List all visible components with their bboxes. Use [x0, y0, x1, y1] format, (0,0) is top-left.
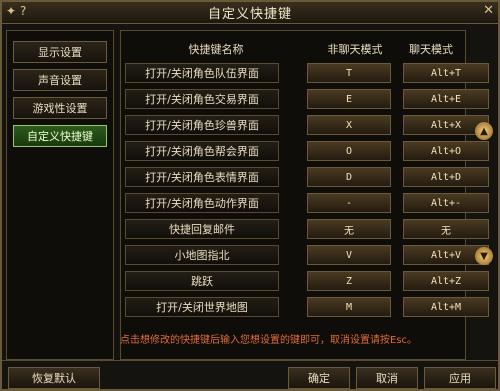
normal-mode-key-button[interactable]: Z	[307, 271, 391, 291]
shortcut-name: 打开/关闭角色表情界面	[125, 167, 279, 187]
restore-defaults-button[interactable]: 恢复默认	[8, 367, 100, 389]
normal-mode-key-button[interactable]: O	[307, 141, 391, 161]
table-row: 快捷回复邮件 无 无	[125, 219, 489, 241]
cancel-button[interactable]: 取消	[356, 367, 418, 389]
shortcut-name: 打开/关闭角色帮会界面	[125, 141, 279, 161]
sidebar-item-sound[interactable]: 声音设置	[13, 69, 107, 91]
shortcut-name: 打开/关闭角色动作界面	[125, 193, 279, 213]
shortcut-name: 打开/关闭角色队伍界面	[125, 63, 279, 83]
normal-mode-key-button[interactable]: V	[307, 245, 391, 265]
normal-mode-key-button[interactable]: T	[307, 63, 391, 83]
table-row: 打开/关闭角色帮会界面 O Alt+O	[125, 141, 489, 163]
normal-mode-key-button[interactable]: D	[307, 167, 391, 187]
sidebar-item-shortcuts[interactable]: 自定义快捷键	[13, 125, 107, 147]
sidebar-item-gameplay[interactable]: 游戏性设置	[13, 97, 107, 119]
normal-mode-key-button[interactable]: 无	[307, 219, 391, 239]
footer-divider	[2, 360, 498, 361]
column-header-name: 快捷键名称	[188, 43, 244, 56]
table-row: 打开/关闭角色队伍界面 T Alt+T	[125, 63, 489, 85]
window-title: 自定义快捷键	[207, 7, 292, 22]
shortcut-table: 快捷键名称 非聊天模式 聊天模式 打开/关闭角色队伍界面 T Alt+T 打开/…	[120, 30, 489, 360]
shortcut-name: 打开/关闭角色珍兽界面	[125, 115, 279, 135]
table-row: 打开/关闭角色交易界面 E Alt+E	[125, 89, 489, 111]
column-header-chat-mode: 聊天模式	[409, 43, 453, 56]
table-row: 跳跃 Z Alt+Z	[125, 271, 489, 293]
normal-mode-key-button[interactable]: M	[307, 297, 391, 317]
normal-mode-key-button[interactable]: -	[307, 193, 391, 213]
shortcut-name: 小地图指北	[125, 245, 279, 265]
table-row: 打开/关闭角色表情界面 D Alt+D	[125, 167, 489, 189]
shortcut-settings-window: ✦ ? 自定义快捷键 ✕ 显示设置 声音设置 游戏性设置 自定义快捷键 快捷键名…	[0, 0, 500, 391]
settings-icon[interactable]: ✦	[6, 4, 16, 18]
shortcut-name: 打开/关闭世界地图	[125, 297, 279, 317]
help-icon[interactable]: ?	[20, 4, 26, 18]
table-row: 打开/关闭角色动作界面 - Alt+-	[125, 193, 489, 215]
shortcut-name: 跳跃	[125, 271, 279, 291]
settings-sidebar: 显示设置 声音设置 游戏性设置 自定义快捷键	[6, 30, 114, 360]
normal-mode-key-button[interactable]: E	[307, 89, 391, 109]
scrollbar[interactable]: ▲ ▼	[473, 42, 495, 352]
confirm-button[interactable]: 确定	[288, 367, 350, 389]
sidebar-item-display[interactable]: 显示设置	[13, 41, 107, 63]
close-icon[interactable]: ✕	[483, 3, 494, 18]
scroll-up-icon[interactable]: ▲	[475, 122, 493, 140]
table-row: 小地图指北 V Alt+V	[125, 245, 489, 267]
shortcut-name: 打开/关闭角色交易界面	[125, 89, 279, 109]
normal-mode-key-button[interactable]: X	[307, 115, 391, 135]
title-bar: ✦ ? 自定义快捷键 ✕	[2, 2, 498, 24]
instruction-note: 点击想修改的快捷键后输入您想设置的键即可，取消设置请按Esc。	[120, 335, 418, 346]
table-row: 打开/关闭角色珍兽界面 X Alt+X	[125, 115, 489, 137]
scroll-down-icon[interactable]: ▼	[475, 247, 493, 265]
apply-button[interactable]: 应用	[424, 367, 496, 389]
table-row: 打开/关闭世界地图 M Alt+M	[125, 297, 489, 319]
shortcut-name: 快捷回复邮件	[125, 219, 279, 239]
